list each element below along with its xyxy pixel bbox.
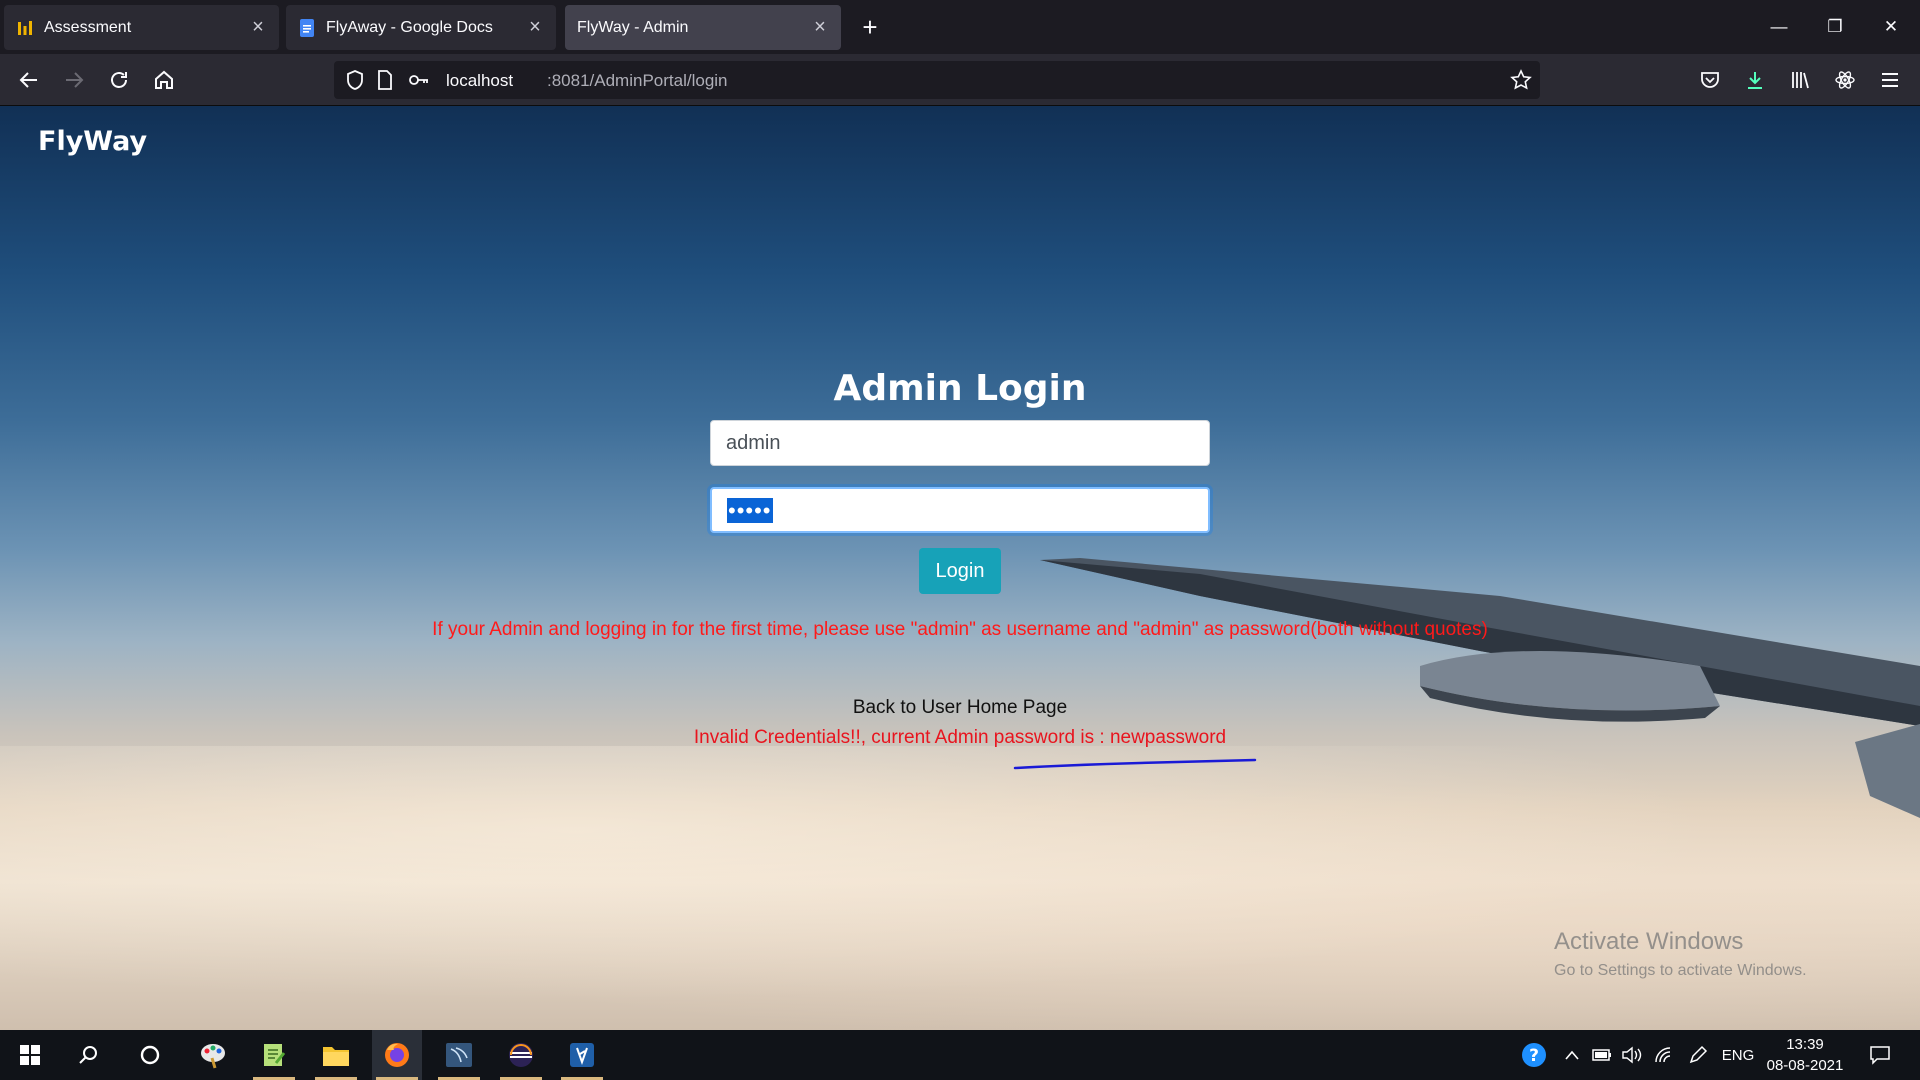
tab-strip: Assessment × FlyAway - Google Docs × Fly… [0, 0, 1920, 54]
volume-tray-button[interactable] [1618, 1030, 1646, 1080]
bookmark-star-icon[interactable] [1510, 69, 1532, 91]
language-indicator[interactable]: ENG [1718, 1030, 1758, 1080]
page-title: Admin Login [833, 368, 1087, 409]
error-message: Invalid Credentials!!, current Admin pas… [693, 727, 1227, 748]
search-icon [79, 1046, 97, 1064]
restore-button[interactable]: ❐ [1812, 8, 1858, 46]
tab-title: Assessment [44, 18, 132, 36]
svg-text:?: ? [1529, 1046, 1539, 1066]
close-tab-icon[interactable]: × [811, 16, 829, 39]
taskbar-app-file-explorer[interactable] [311, 1030, 361, 1080]
google-docs-icon [300, 18, 314, 37]
action-center-button[interactable] [1862, 1030, 1898, 1080]
battery-icon [1592, 1049, 1611, 1061]
hamburger-menu-icon [1882, 73, 1898, 87]
show-hidden-icons-button[interactable] [1558, 1030, 1586, 1080]
reload-icon [111, 72, 127, 88]
extension-button[interactable] [1828, 63, 1862, 97]
taskbar-app-notepad-plus[interactable] [249, 1030, 299, 1080]
tab-google-docs[interactable]: FlyAway - Google Docs × [286, 5, 556, 50]
eclipse-icon [509, 1043, 533, 1067]
watermark-subtitle: Go to Settings to activate Windows. [1554, 962, 1807, 979]
arrow-left-icon [19, 72, 37, 88]
react-devtools-icon [1835, 71, 1855, 89]
taskbar-app-sourcetree[interactable] [557, 1030, 607, 1080]
pocket-button[interactable] [1693, 63, 1727, 97]
new-tab-button[interactable]: + [858, 12, 882, 42]
back-to-home-link[interactable]: Back to User Home Page [760, 697, 1160, 719]
windows-activation-watermark: Activate Windows Go to Settings to activ… [1554, 928, 1807, 980]
close-window-button[interactable]: ✕ [1868, 8, 1914, 46]
windows-taskbar: ? ENG 13:39 08-08-2021 [0, 1030, 1920, 1080]
library-icon [1792, 72, 1809, 89]
first-time-hint: If your Admin and logging in for the fir… [432, 619, 1488, 640]
shield-icon[interactable] [344, 69, 366, 91]
login-button[interactable]: Login [919, 548, 1001, 594]
menu-button[interactable] [1873, 63, 1907, 97]
reload-button[interactable] [102, 63, 136, 97]
help-tray-button[interactable]: ? [1518, 1030, 1550, 1080]
tab-assessment[interactable]: Assessment × [4, 5, 279, 50]
windows-logo-icon [20, 1045, 40, 1065]
username-input[interactable]: admin [710, 420, 1210, 466]
close-tab-icon[interactable]: × [249, 16, 267, 39]
forward-button[interactable] [57, 63, 91, 97]
url-path: :8081/AdminPortal/login [547, 71, 728, 90]
password-input[interactable]: ••••• [710, 487, 1210, 533]
network-tray-button[interactable] [1650, 1030, 1678, 1080]
brand-logo[interactable]: FlyWay [38, 126, 147, 157]
minimize-button[interactable]: — [1756, 8, 1802, 46]
notification-icon [1870, 1046, 1890, 1065]
download-icon [1748, 72, 1762, 89]
tab-flyway-admin[interactable]: FlyWay - Admin × [565, 5, 841, 50]
handdrawn-underline [1013, 758, 1257, 770]
chevron-up-icon [1565, 1050, 1579, 1060]
start-button[interactable] [5, 1030, 55, 1080]
firefox-icon [385, 1043, 409, 1067]
sourcetree-icon [570, 1043, 594, 1067]
address-bar[interactable]: localhost :8081/AdminPortal/login [334, 61, 1540, 99]
url-host: localhost [446, 71, 514, 90]
close-tab-icon[interactable]: × [526, 16, 544, 39]
notepad-plus-icon [264, 1044, 286, 1066]
admin-login-page: FlyWay Admin Login admin ••••• Login If … [0, 106, 1920, 1030]
tab-title: FlyWay - Admin [577, 18, 689, 36]
cortana-button[interactable] [125, 1030, 175, 1080]
taskbar-app-mysql-workbench[interactable] [434, 1030, 484, 1080]
navigation-toolbar: localhost :8081/AdminPortal/login [0, 54, 1920, 106]
clock-date: 08-08-2021 [1766, 1057, 1844, 1074]
assessment-icon [18, 20, 32, 35]
search-button[interactable] [64, 1030, 114, 1080]
wifi-icon [1655, 1047, 1671, 1063]
password-value: ••••• [727, 498, 773, 523]
pen-tray-button[interactable] [1684, 1030, 1712, 1080]
home-button[interactable] [147, 63, 181, 97]
page-icon[interactable] [374, 69, 396, 91]
username-value: admin [726, 432, 781, 454]
cortana-circle-icon [140, 1045, 160, 1065]
help-icon: ? [1522, 1043, 1546, 1067]
folder-icon [323, 1047, 349, 1066]
taskbar-app-firefox[interactable] [372, 1030, 422, 1080]
home-icon [155, 70, 173, 89]
pocket-icon [1701, 72, 1719, 88]
key-icon[interactable] [408, 69, 430, 91]
paint-app-icon [201, 1044, 225, 1069]
battery-tray-button[interactable] [1588, 1030, 1616, 1080]
arrow-right-icon [66, 72, 84, 88]
speaker-icon [1622, 1046, 1642, 1064]
mysql-workbench-icon [446, 1043, 472, 1067]
taskbar-app-paint[interactable] [188, 1030, 238, 1080]
downloads-button[interactable] [1738, 63, 1772, 97]
watermark-title: Activate Windows [1554, 928, 1744, 955]
back-button[interactable] [12, 63, 46, 97]
pen-icon [1689, 1045, 1708, 1064]
clock-time: 13:39 [1786, 1036, 1824, 1053]
tab-title: FlyAway - Google Docs [326, 18, 493, 36]
library-button[interactable] [1783, 63, 1817, 97]
system-clock[interactable]: 13:39 08-08-2021 [1760, 1034, 1850, 1076]
taskbar-app-eclipse[interactable] [496, 1030, 546, 1080]
